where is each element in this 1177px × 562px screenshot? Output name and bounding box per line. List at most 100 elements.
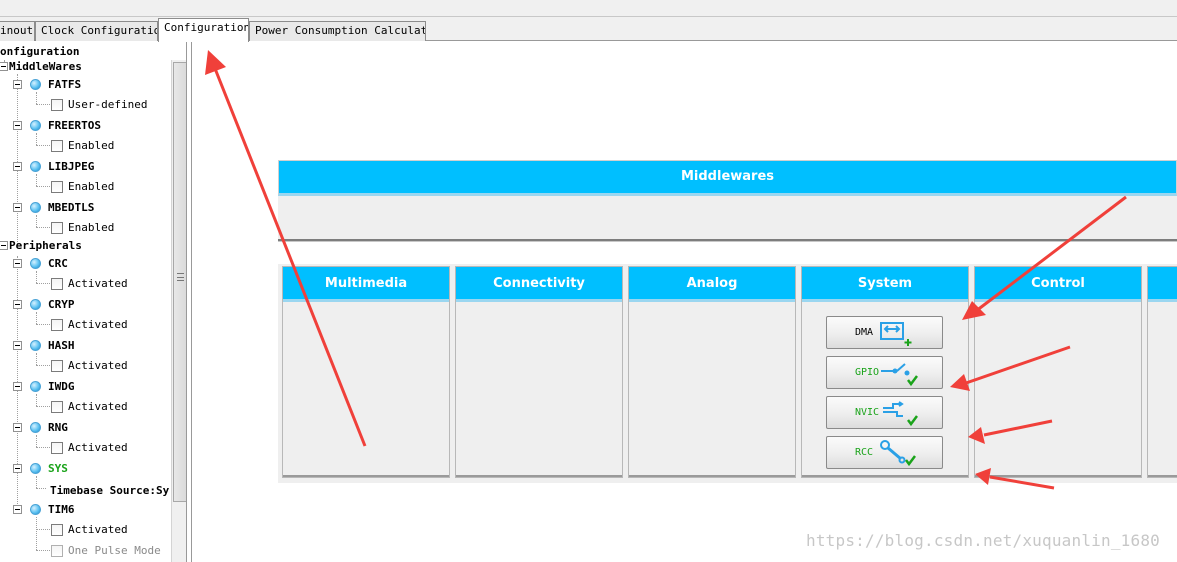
tree-item-label: LIBJPEG (48, 160, 95, 173)
tree-option-label: Activated (68, 523, 128, 536)
tree-item-sys[interactable]: SYS (0, 460, 170, 478)
rcc-button[interactable]: RCC (826, 436, 943, 469)
tree-option-label: Activated (68, 277, 128, 290)
tree-item-crc[interactable]: CRC (0, 255, 170, 273)
dma-icon (880, 322, 912, 346)
tree-item-hash[interactable]: HASH (0, 337, 170, 355)
scrollbar-thumb[interactable] (173, 62, 186, 502)
tree-option-rng[interactable]: Activated (0, 439, 170, 457)
tree-item-libjpeg[interactable]: LIBJPEG (0, 158, 170, 176)
activated-checkbox[interactable] (51, 278, 63, 290)
component-gem-icon (30, 381, 41, 392)
category-title: Multimedia (324, 276, 408, 291)
category-header: Analog (629, 267, 795, 302)
tree-item-cryp[interactable]: CRYP (0, 296, 170, 314)
component-gem-icon (30, 120, 41, 131)
tree-item-rng[interactable]: RNG (0, 419, 170, 437)
collapse-icon[interactable] (13, 464, 22, 473)
activated-checkbox[interactable] (51, 442, 63, 454)
tree-item-tim6[interactable]: TIM6 (0, 501, 170, 519)
tree-item-iwdg[interactable]: IWDG (0, 378, 170, 396)
component-gem-icon (30, 463, 41, 474)
gpio-label: GPIO (855, 367, 880, 378)
category-title: Connectivity (493, 276, 585, 291)
configuration-tree-panel: onfiguration MiddleWares FATFS User-defi… (0, 42, 187, 562)
category-multimedia: Multimedia (282, 266, 450, 478)
tree-item-mbedtls[interactable]: MBEDTLS (0, 199, 170, 217)
gpio-icon (881, 363, 918, 387)
category-title: Control (1031, 276, 1085, 291)
component-gem-icon (30, 202, 41, 213)
collapse-icon[interactable] (0, 62, 8, 71)
component-gem-icon (30, 258, 41, 269)
middlewares-header: Middlewares (278, 160, 1177, 196)
collapse-icon[interactable] (13, 505, 22, 514)
collapse-icon[interactable] (0, 241, 8, 250)
dma-label: DMA (855, 327, 874, 338)
tree-vertical-scrollbar[interactable] (171, 60, 186, 562)
tree-option-freertos[interactable]: Enabled (0, 137, 170, 155)
activated-checkbox[interactable] (51, 401, 63, 413)
tab-pinout-label: inout (0, 24, 34, 37)
category-header: Control (975, 267, 1141, 302)
collapse-icon[interactable] (13, 341, 22, 350)
tab-configuration[interactable]: Configuration (158, 18, 249, 42)
activated-checkbox[interactable] (51, 319, 63, 331)
gpio-button[interactable]: GPIO (826, 356, 943, 389)
tree-item-label: CRC (48, 257, 68, 270)
window-top-strip (0, 0, 1177, 17)
collapse-icon[interactable] (13, 382, 22, 391)
tree-option-label: Enabled (68, 221, 115, 234)
rcc-icon (880, 440, 916, 467)
tree-option-label: Enabled (68, 139, 115, 152)
nvic-button[interactable]: NVIC (826, 396, 943, 429)
enabled-checkbox[interactable] (51, 181, 63, 193)
tree-option-tim6-one-pulse[interactable]: One Pulse Mode (0, 542, 170, 560)
tree-option-crc[interactable]: Activated (0, 275, 170, 293)
tree-option-libjpeg[interactable]: Enabled (0, 178, 170, 196)
tree-option-tim6-activated[interactable]: Activated (0, 521, 170, 539)
component-gem-icon (30, 504, 41, 515)
tree-item-fatfs[interactable]: FATFS (0, 76, 170, 94)
tab-power-consumption-calculator[interactable]: Power Consumption Calculator (249, 21, 426, 41)
tree-option-sys[interactable]: Timebase Source:Sy (0, 482, 170, 500)
user-defined-checkbox[interactable] (51, 99, 63, 111)
dma-button[interactable]: DMA (826, 316, 943, 349)
tree-item-label: FATFS (48, 78, 82, 91)
collapse-icon[interactable] (13, 300, 22, 309)
nvic-label: NVIC (855, 407, 880, 418)
tree-option-mbedtls[interactable]: Enabled (0, 219, 170, 237)
tree-option-iwdg[interactable]: Activated (0, 398, 170, 416)
tree-item-freertos[interactable]: FREERTOS (0, 117, 170, 135)
activated-checkbox[interactable] (51, 360, 63, 372)
collapse-icon[interactable] (13, 259, 22, 268)
collapse-icon[interactable] (13, 162, 22, 171)
tab-clock-configuration[interactable]: Clock Configuration (35, 21, 158, 41)
tree-option-cryp[interactable]: Activated (0, 316, 170, 334)
one-pulse-mode-checkbox[interactable] (51, 545, 63, 557)
tree-option-label: Activated (68, 318, 128, 331)
tree-item-label: RNG (48, 421, 68, 434)
category-title: Analog (686, 276, 738, 291)
tree-item-label: TIM6 (48, 503, 75, 516)
tree-option-hash[interactable]: Activated (0, 357, 170, 375)
tree-root-label: onfiguration (0, 45, 80, 58)
component-gem-icon (30, 161, 41, 172)
component-gem-icon (30, 299, 41, 310)
collapse-icon[interactable] (13, 121, 22, 130)
tree-option-label: Activated (68, 359, 128, 372)
enabled-checkbox[interactable] (51, 222, 63, 234)
component-gem-icon (30, 79, 41, 90)
category-header (1148, 267, 1177, 302)
enabled-checkbox[interactable] (51, 140, 63, 152)
collapse-icon[interactable] (13, 423, 22, 432)
tab-pinout[interactable]: inout (0, 21, 35, 41)
activated-checkbox[interactable] (51, 524, 63, 536)
nvic-icon (883, 401, 918, 427)
category-connectivity: Connectivity (455, 266, 623, 478)
section-divider (278, 241, 1177, 242)
tree-option-fatfs[interactable]: User-defined (0, 96, 170, 114)
collapse-icon[interactable] (13, 203, 22, 212)
middlewares-title: Middlewares (680, 169, 775, 184)
collapse-icon[interactable] (13, 80, 22, 89)
